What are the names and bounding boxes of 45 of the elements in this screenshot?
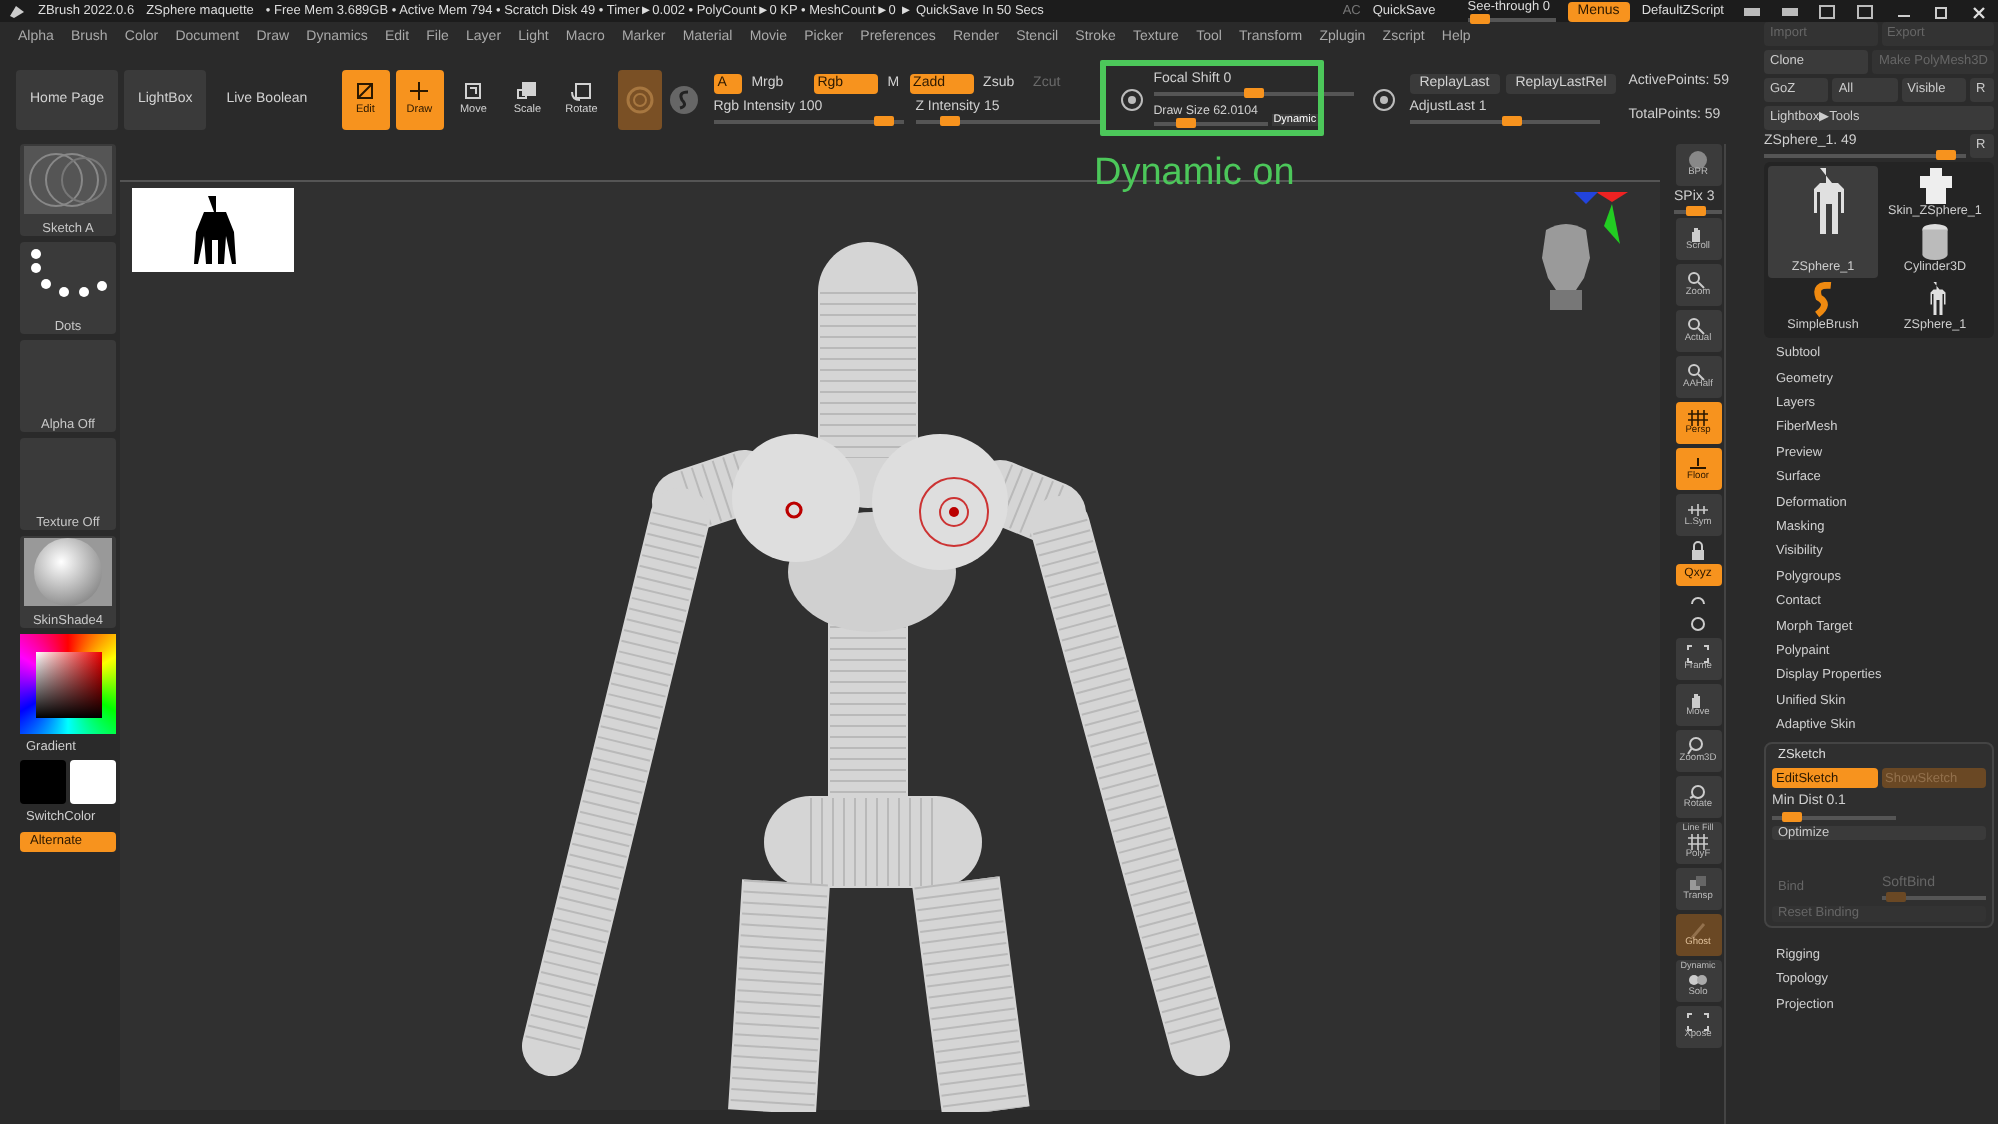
target-icon	[1119, 87, 1144, 111]
brush-cursor-icon	[919, 477, 989, 547]
color-picker[interactable]	[20, 634, 116, 734]
figure-icon	[1919, 168, 1951, 205]
annotation-text: Dynamic on	[1094, 154, 1295, 196]
slider-thumb[interactable]	[1782, 811, 1803, 822]
crosshair-icon	[408, 80, 431, 103]
slider-thumb[interactable]	[874, 116, 895, 127]
slider-thumb[interactable]	[1936, 150, 1957, 161]
symmetry-icon	[1686, 500, 1710, 521]
grid-icon	[1686, 832, 1710, 853]
squares-icon	[516, 80, 539, 103]
color-swatch[interactable]	[70, 760, 116, 805]
close-icon	[1970, 3, 1990, 19]
cylinder-icon	[1922, 224, 1948, 261]
app-logo-icon	[8, 3, 26, 19]
magnifier-icon	[1686, 270, 1710, 291]
square-icon	[462, 80, 485, 103]
slider-thumb[interactable]	[1176, 118, 1197, 129]
axis-gizmo-icon[interactable]	[1574, 192, 1628, 244]
frame-icon	[1686, 644, 1710, 665]
navigator-thumbnail[interactable]	[132, 188, 294, 272]
circles-thumbnail	[24, 146, 112, 214]
target-icon	[1371, 87, 1396, 111]
frame-icon	[1686, 1012, 1710, 1033]
spheres-icon	[1686, 970, 1710, 991]
slider-thumb[interactable]	[940, 116, 961, 127]
brush-icon	[1811, 281, 1835, 318]
mannequin-drawing[interactable]	[522, 242, 1230, 1112]
sphere-thumbnail	[24, 538, 112, 606]
magnifier-icon	[1686, 316, 1710, 337]
frame-icon	[354, 80, 377, 103]
magnifier-icon	[1686, 362, 1710, 383]
slider-thumb[interactable]	[1243, 87, 1264, 98]
slider-thumb[interactable]	[1502, 116, 1523, 127]
floor-icon	[1686, 454, 1710, 475]
slider-thumb[interactable]	[1685, 206, 1706, 217]
squares-icon	[1686, 874, 1710, 895]
restore-icon	[1932, 3, 1952, 19]
lock-icon	[1686, 540, 1710, 561]
slider-thumb[interactable]	[1470, 14, 1491, 25]
color-swatch[interactable]	[20, 760, 66, 805]
head-gizmo-drawing[interactable]	[1542, 224, 1590, 310]
grid-icon	[1686, 408, 1710, 429]
material-swatch[interactable]	[617, 69, 662, 129]
